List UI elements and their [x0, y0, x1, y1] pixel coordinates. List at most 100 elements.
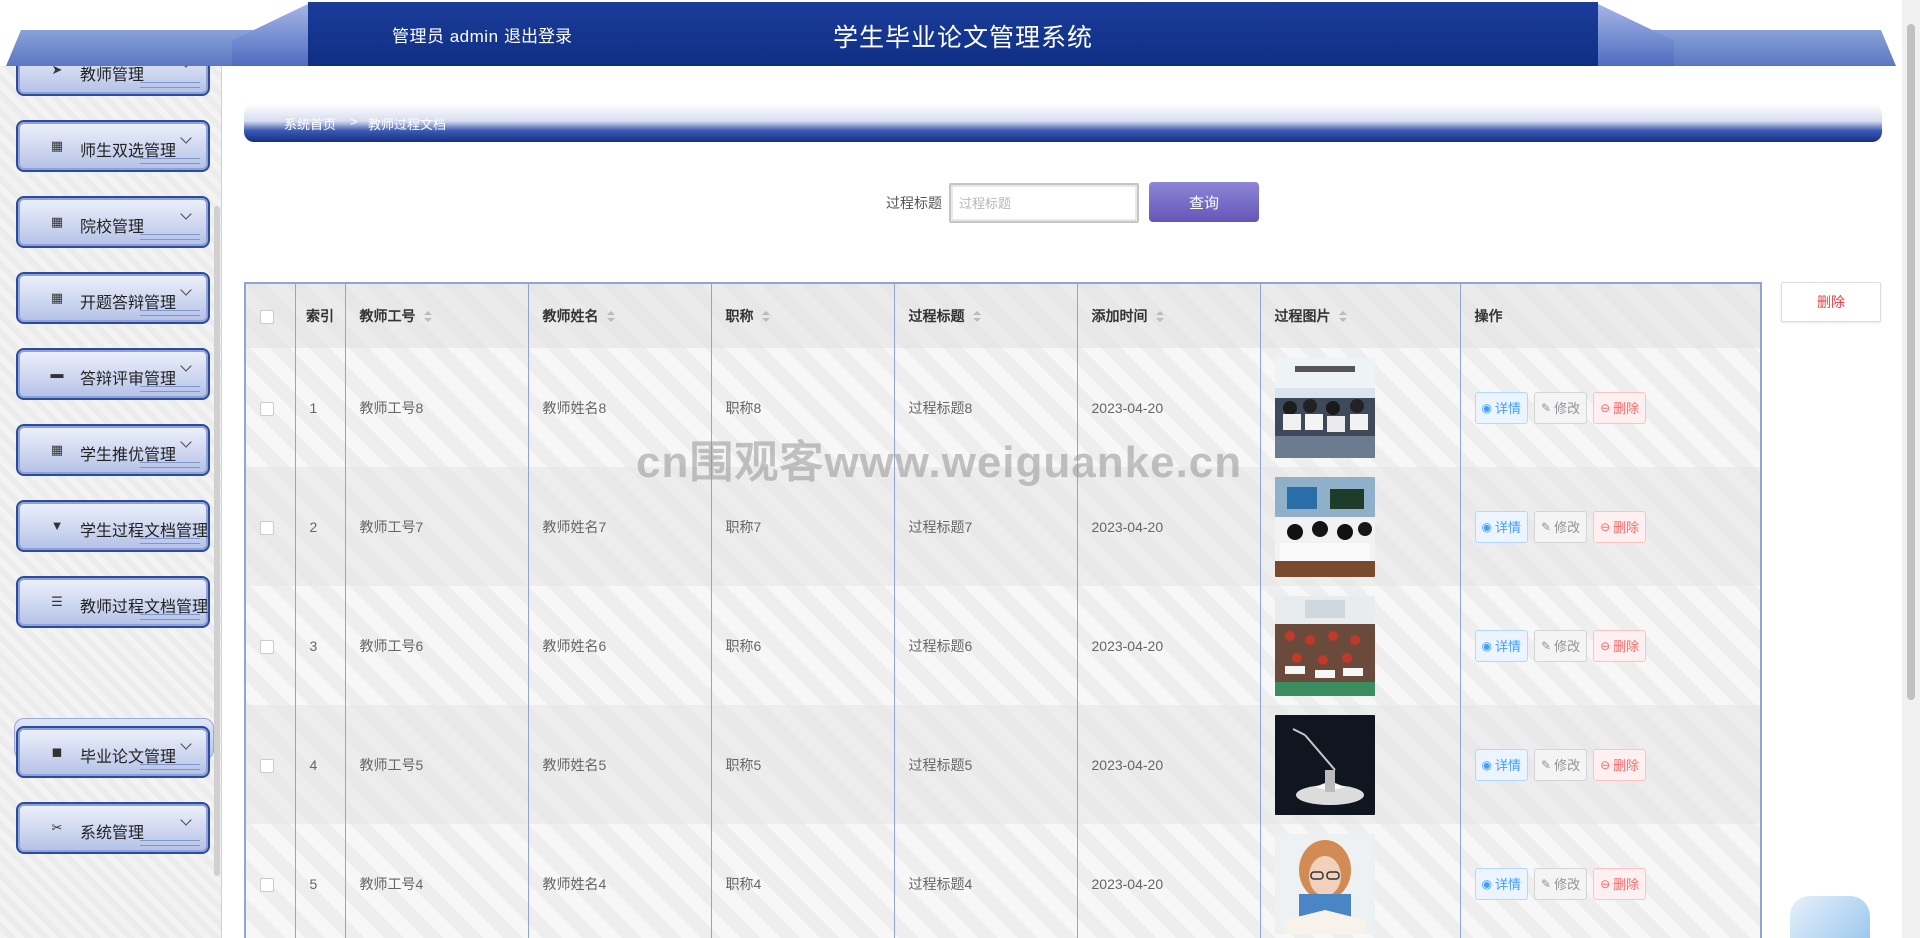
header-process-title[interactable]: 过程标题 — [894, 284, 1078, 348]
header-label: 教师工号 — [359, 308, 416, 324]
sidebar-item-college[interactable]: ▦ 院校管理 — [16, 196, 210, 248]
decorative-shape — [1790, 896, 1870, 938]
delete-button[interactable]: ⊖ 删除 — [1593, 629, 1647, 662]
row-checkbox[interactable] — [260, 520, 274, 535]
cell-teacher-name: 教师姓名7 — [528, 467, 712, 586]
row-checkbox[interactable] — [260, 401, 274, 416]
header-index: 索引 — [295, 284, 346, 348]
edit-icon: ✎ — [1541, 876, 1552, 891]
chevron-down-icon — [180, 738, 192, 750]
row-index: 2 — [295, 467, 346, 586]
grid-icon: ▦ — [50, 290, 64, 305]
select-all-cell[interactable] — [246, 284, 296, 348]
sidebar-item-label: 院校管理 — [80, 219, 145, 236]
page-scrollbar[interactable] — [1902, 0, 1920, 938]
header-label: 职称 — [725, 308, 754, 324]
sidebar-item-proposal-defense[interactable]: ▦ 开题答辩管理 — [16, 272, 210, 324]
edit-button[interactable]: ✎ 修改 — [1534, 867, 1588, 900]
edit-button[interactable]: ✎ 修改 — [1534, 748, 1588, 781]
header-teacher-id[interactable]: 教师工号 — [345, 284, 529, 348]
grid-icon: ▦ — [50, 214, 64, 229]
sort-icon[interactable] — [423, 311, 432, 323]
header-image[interactable]: 过程图片 — [1260, 284, 1461, 348]
delete-button[interactable]: ⊖ 删除 — [1593, 391, 1647, 424]
top-header: 管理员 admin 退出登录 学生毕业论文管理系统 — [0, 0, 1896, 66]
sidebar-item-defense-review[interactable]: ▬ 答辩评审管理 — [16, 348, 210, 400]
desk-lamp-book-photo[interactable] — [1274, 714, 1460, 815]
cell-image — [1260, 705, 1461, 824]
chevron-down-icon — [180, 132, 192, 144]
detail-button[interactable]: ◉ 详情 — [1474, 510, 1528, 543]
box-icon: ◼ — [51, 744, 63, 759]
search-input[interactable] — [949, 183, 1139, 223]
decor-lines — [140, 538, 200, 544]
scrollbar-thumb[interactable] — [1907, 24, 1915, 700]
cell-teacher-id: 教师工号5 — [345, 705, 529, 824]
row-checkbox[interactable] — [260, 758, 274, 773]
sidebar-item-teacher[interactable]: ➤ 教师管理 — [16, 66, 210, 96]
header-label: 添加时间 — [1091, 308, 1148, 324]
detail-button[interactable]: ◉ 详情 — [1474, 748, 1528, 781]
button-label: 详情 — [1494, 520, 1521, 535]
delete-button[interactable]: ⊖ 删除 — [1593, 748, 1647, 781]
header-teacher-name[interactable]: 教师姓名 — [528, 284, 712, 348]
cell-title-rank: 职称7 — [711, 467, 895, 586]
sidebar-item-mutual-selection[interactable]: ▦ 师生双选管理 — [16, 120, 210, 172]
cell-process-title: 过程标题8 — [894, 348, 1078, 467]
chevron-down-icon — [180, 360, 192, 372]
sidebar: ➤ 教师管理 ▦ 师生双选管理 ▦ 院校管理 ▦ 开题答辩管理 ▬ 答辩评审管理… — [0, 66, 222, 938]
select-all-checkbox[interactable] — [260, 310, 274, 325]
classroom-photo-3[interactable] — [1274, 595, 1460, 696]
logout-link[interactable]: 退出登录 — [504, 22, 572, 47]
edit-button[interactable]: ✎ 修改 — [1534, 391, 1588, 424]
cell-add-time: 2023-04-20 — [1077, 348, 1261, 467]
detail-button[interactable]: ◉ 详情 — [1474, 629, 1528, 662]
brush-icon: ▼ — [50, 518, 64, 533]
row-select-cell[interactable] — [246, 467, 296, 586]
sort-icon[interactable] — [1338, 311, 1347, 323]
row-select-cell[interactable] — [246, 348, 296, 467]
minus-circle-icon: ⊖ — [1600, 757, 1611, 772]
sort-icon[interactable] — [972, 311, 981, 323]
delete-button[interactable]: ⊖ 删除 — [1593, 867, 1647, 900]
breadcrumb-home[interactable]: 系统首页 — [284, 114, 336, 133]
decor-lines — [140, 462, 200, 468]
row-checkbox[interactable] — [260, 639, 274, 654]
edit-icon: ✎ — [1541, 400, 1552, 415]
header-title-rank[interactable]: 职称 — [711, 284, 895, 348]
row-index: 1 — [295, 348, 346, 467]
search-button[interactable]: 查询 — [1149, 182, 1259, 222]
sidebar-scrollbar[interactable] — [214, 206, 220, 876]
row-checkbox[interactable] — [260, 877, 274, 892]
cell-ops: ◉ 详情 ✎ 修改 ⊖ 删除 — [1460, 348, 1760, 467]
sort-icon[interactable] — [1155, 311, 1164, 323]
edit-button[interactable]: ✎ 修改 — [1534, 510, 1588, 543]
eye-icon: ◉ — [1481, 519, 1492, 534]
button-label: 删除 — [1613, 520, 1640, 535]
cell-add-time: 2023-04-20 — [1077, 467, 1261, 586]
decor-lines — [140, 840, 200, 846]
header-add-time[interactable]: 添加时间 — [1077, 284, 1261, 348]
batch-delete-button[interactable]: 删除 — [1781, 282, 1881, 322]
sidebar-item-student-recommend[interactable]: ▦ 学生推优管理 — [16, 424, 210, 476]
sort-icon[interactable] — [761, 311, 770, 323]
sidebar-item-student-process-docs[interactable]: ▼ 学生过程文档管理 — [16, 500, 210, 552]
sidebar-item-system[interactable]: ✂ 系统管理 — [16, 802, 210, 854]
button-label: 删除 — [1613, 758, 1640, 773]
detail-button[interactable]: ◉ 详情 — [1474, 391, 1528, 424]
sort-icon[interactable] — [606, 311, 615, 323]
detail-button[interactable]: ◉ 详情 — [1474, 867, 1528, 900]
girl-reading-photo[interactable] — [1274, 833, 1460, 934]
sidebar-item-thesis[interactable]: ◼ 毕业论文管理 — [16, 726, 210, 778]
sidebar-item-teacher-process-docs[interactable]: ☰ 教师过程文档管理 — [16, 576, 210, 628]
edit-button[interactable]: ✎ 修改 — [1534, 629, 1588, 662]
grid-icon: ▦ — [50, 442, 64, 457]
classroom-photo-1[interactable] — [1274, 357, 1460, 458]
row-select-cell[interactable] — [246, 824, 296, 938]
row-select-cell[interactable] — [246, 586, 296, 705]
classroom-photo-2[interactable] — [1274, 476, 1460, 577]
button-label: 修改 — [1554, 758, 1581, 773]
eye-icon: ◉ — [1481, 638, 1492, 653]
delete-button[interactable]: ⊖ 删除 — [1593, 510, 1647, 543]
row-select-cell[interactable] — [246, 705, 296, 824]
